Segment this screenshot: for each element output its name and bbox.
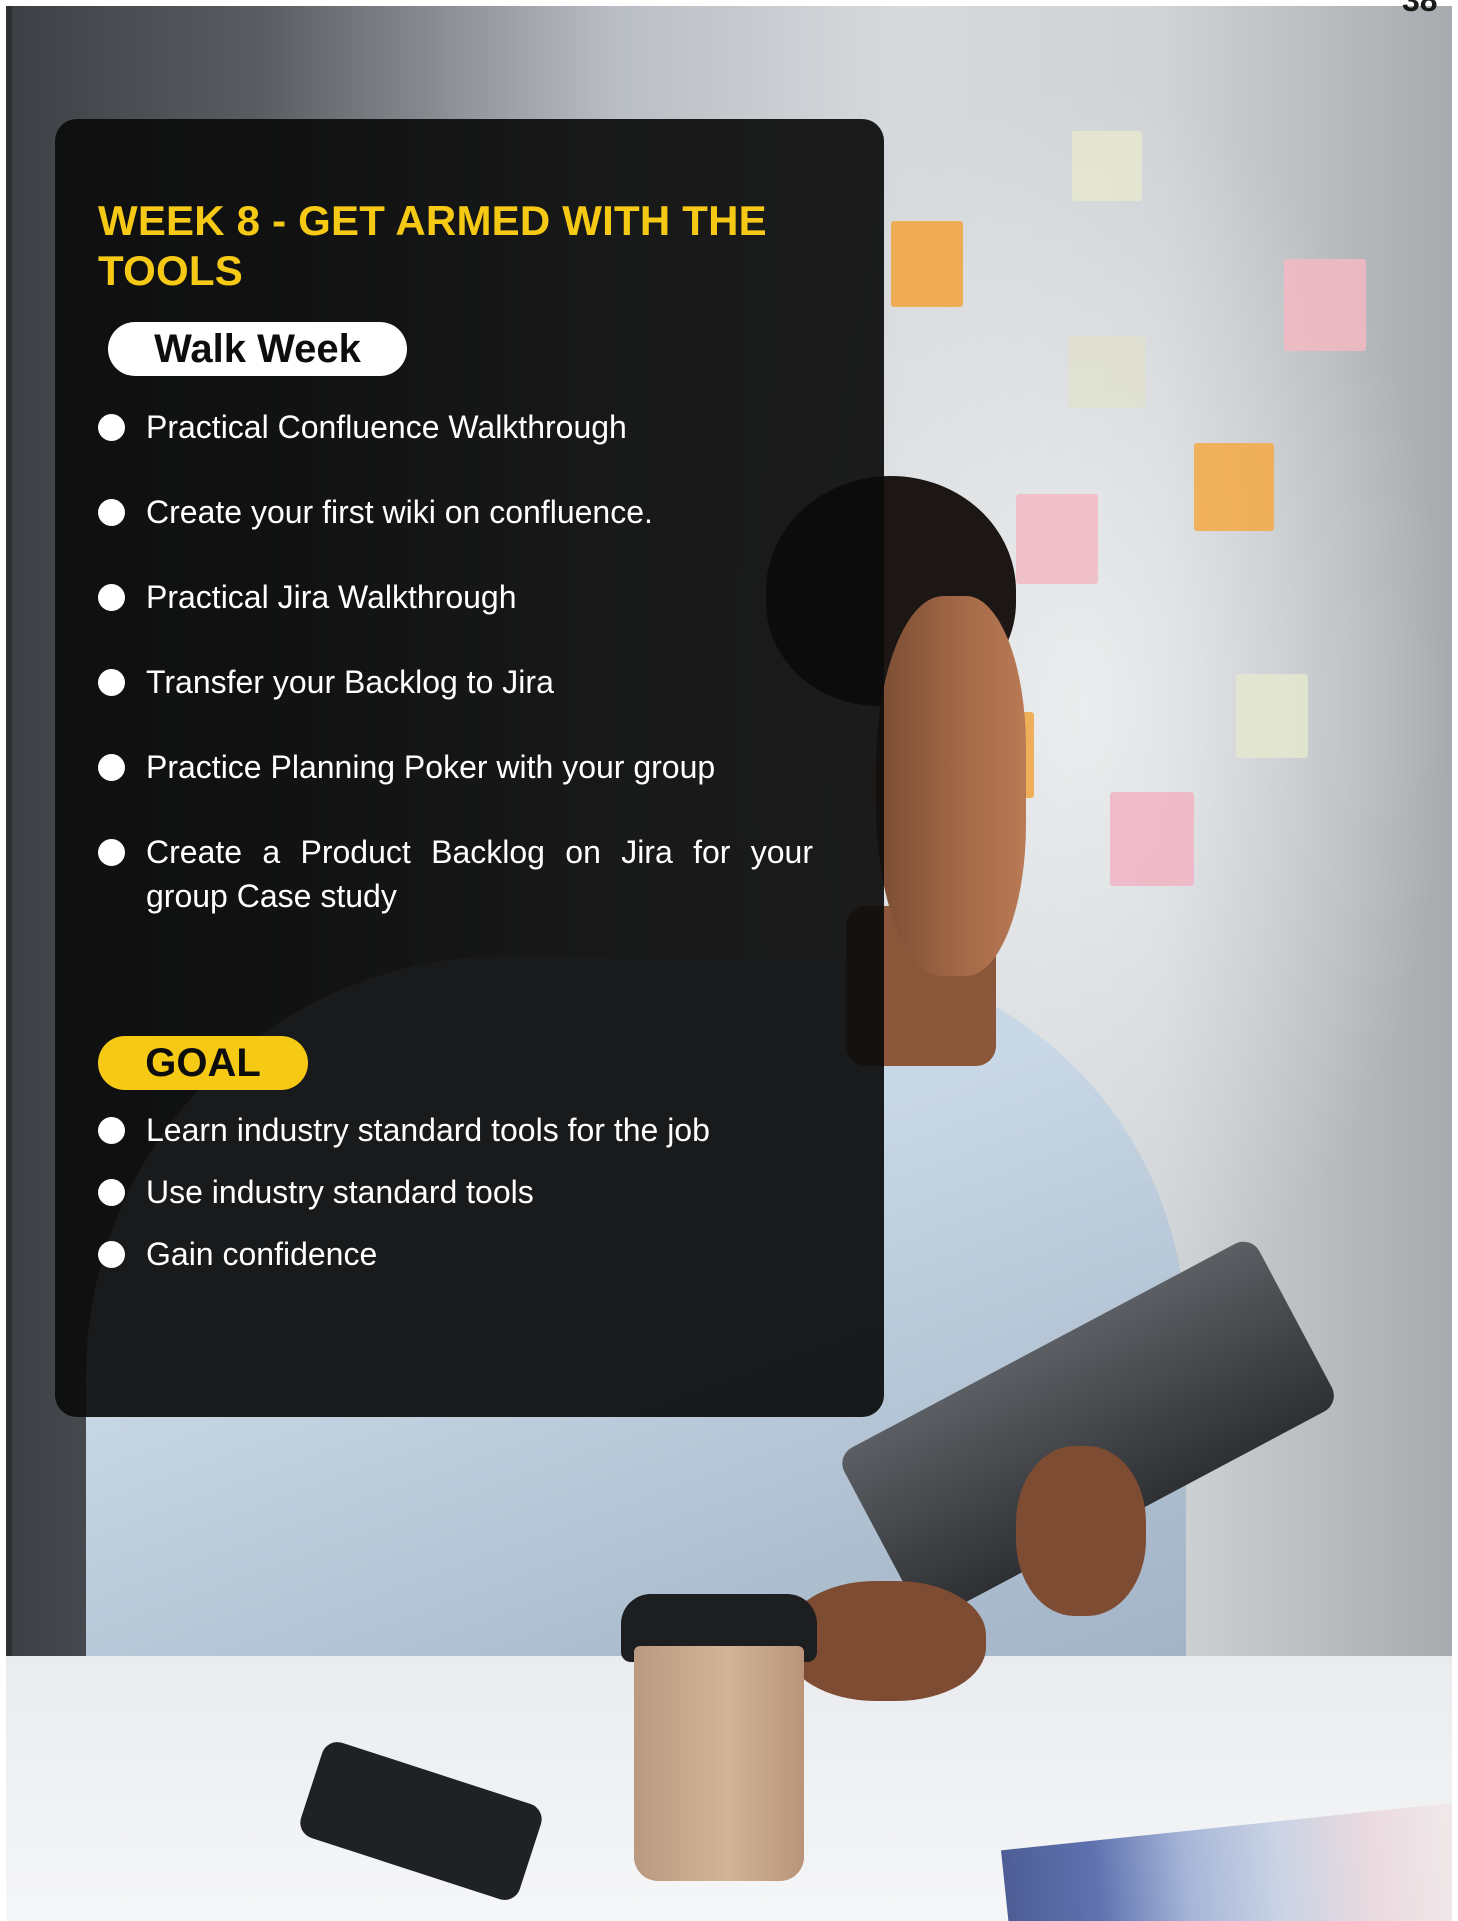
sticky-note — [1236, 674, 1308, 758]
list-item-text: Use industry standard tools — [146, 1174, 534, 1210]
list-item: Create a Product Backlog on Jira for you… — [98, 830, 813, 918]
sticky-note — [1068, 336, 1146, 408]
list-item-text: Create a Product Backlog on Jira for you… — [146, 834, 813, 914]
list-item: Practice Planning Poker with your group — [98, 745, 813, 789]
bullet-icon — [98, 584, 125, 611]
list-item-text: Gain confidence — [146, 1236, 378, 1272]
goal-label: GOAL — [145, 1040, 261, 1085]
sticky-note — [1284, 259, 1366, 351]
bullet-icon — [98, 1179, 125, 1206]
list-item: Practical Confluence Walkthrough — [98, 405, 813, 449]
bullet-icon — [98, 754, 125, 781]
list-item: Practical Jira Walkthrough — [98, 575, 813, 619]
photo-border-left — [6, 6, 12, 1921]
sticky-note — [1072, 131, 1142, 201]
bullet-icon — [98, 499, 125, 526]
walk-week-list: Practical Confluence Walkthrough Create … — [98, 405, 813, 959]
sticky-note — [1194, 443, 1274, 531]
list-item-text: Create your first wiki on confluence. — [146, 494, 653, 530]
walk-week-badge: Walk Week — [108, 322, 407, 376]
sticky-note — [1110, 792, 1194, 886]
hand — [1016, 1446, 1146, 1616]
list-item-text: Transfer your Backlog to Jira — [146, 664, 554, 700]
coffee-cup — [634, 1646, 804, 1881]
bullet-icon — [98, 1241, 125, 1268]
list-item-text: Practical Confluence Walkthrough — [146, 409, 627, 445]
goal-badge: GOAL — [98, 1036, 308, 1090]
list-item-text: Practice Planning Poker with your group — [146, 749, 716, 785]
sticky-note — [891, 221, 963, 307]
bullet-icon — [98, 414, 125, 441]
list-item: Create your first wiki on confluence. — [98, 490, 813, 534]
bullet-icon — [98, 669, 125, 696]
person-face — [876, 596, 1026, 976]
bullet-icon — [98, 839, 125, 866]
bullet-icon — [98, 1117, 125, 1144]
page-title: WEEK 8 - GET ARMED WITH THE TOOLS — [98, 197, 767, 294]
page-number: 38 — [1402, 0, 1438, 18]
list-item-text: Learn industry standard tools for the jo… — [146, 1112, 710, 1148]
goal-list: Learn industry standard tools for the jo… — [98, 1108, 813, 1294]
list-item: Transfer your Backlog to Jira — [98, 660, 813, 704]
list-item: Use industry standard tools — [98, 1170, 813, 1214]
sticky-note — [1016, 494, 1098, 584]
walk-week-label: Walk Week — [154, 326, 361, 371]
list-item-text: Practical Jira Walkthrough — [146, 579, 517, 615]
list-item: Gain confidence — [98, 1232, 813, 1276]
list-item: Learn industry standard tools for the jo… — [98, 1108, 813, 1152]
